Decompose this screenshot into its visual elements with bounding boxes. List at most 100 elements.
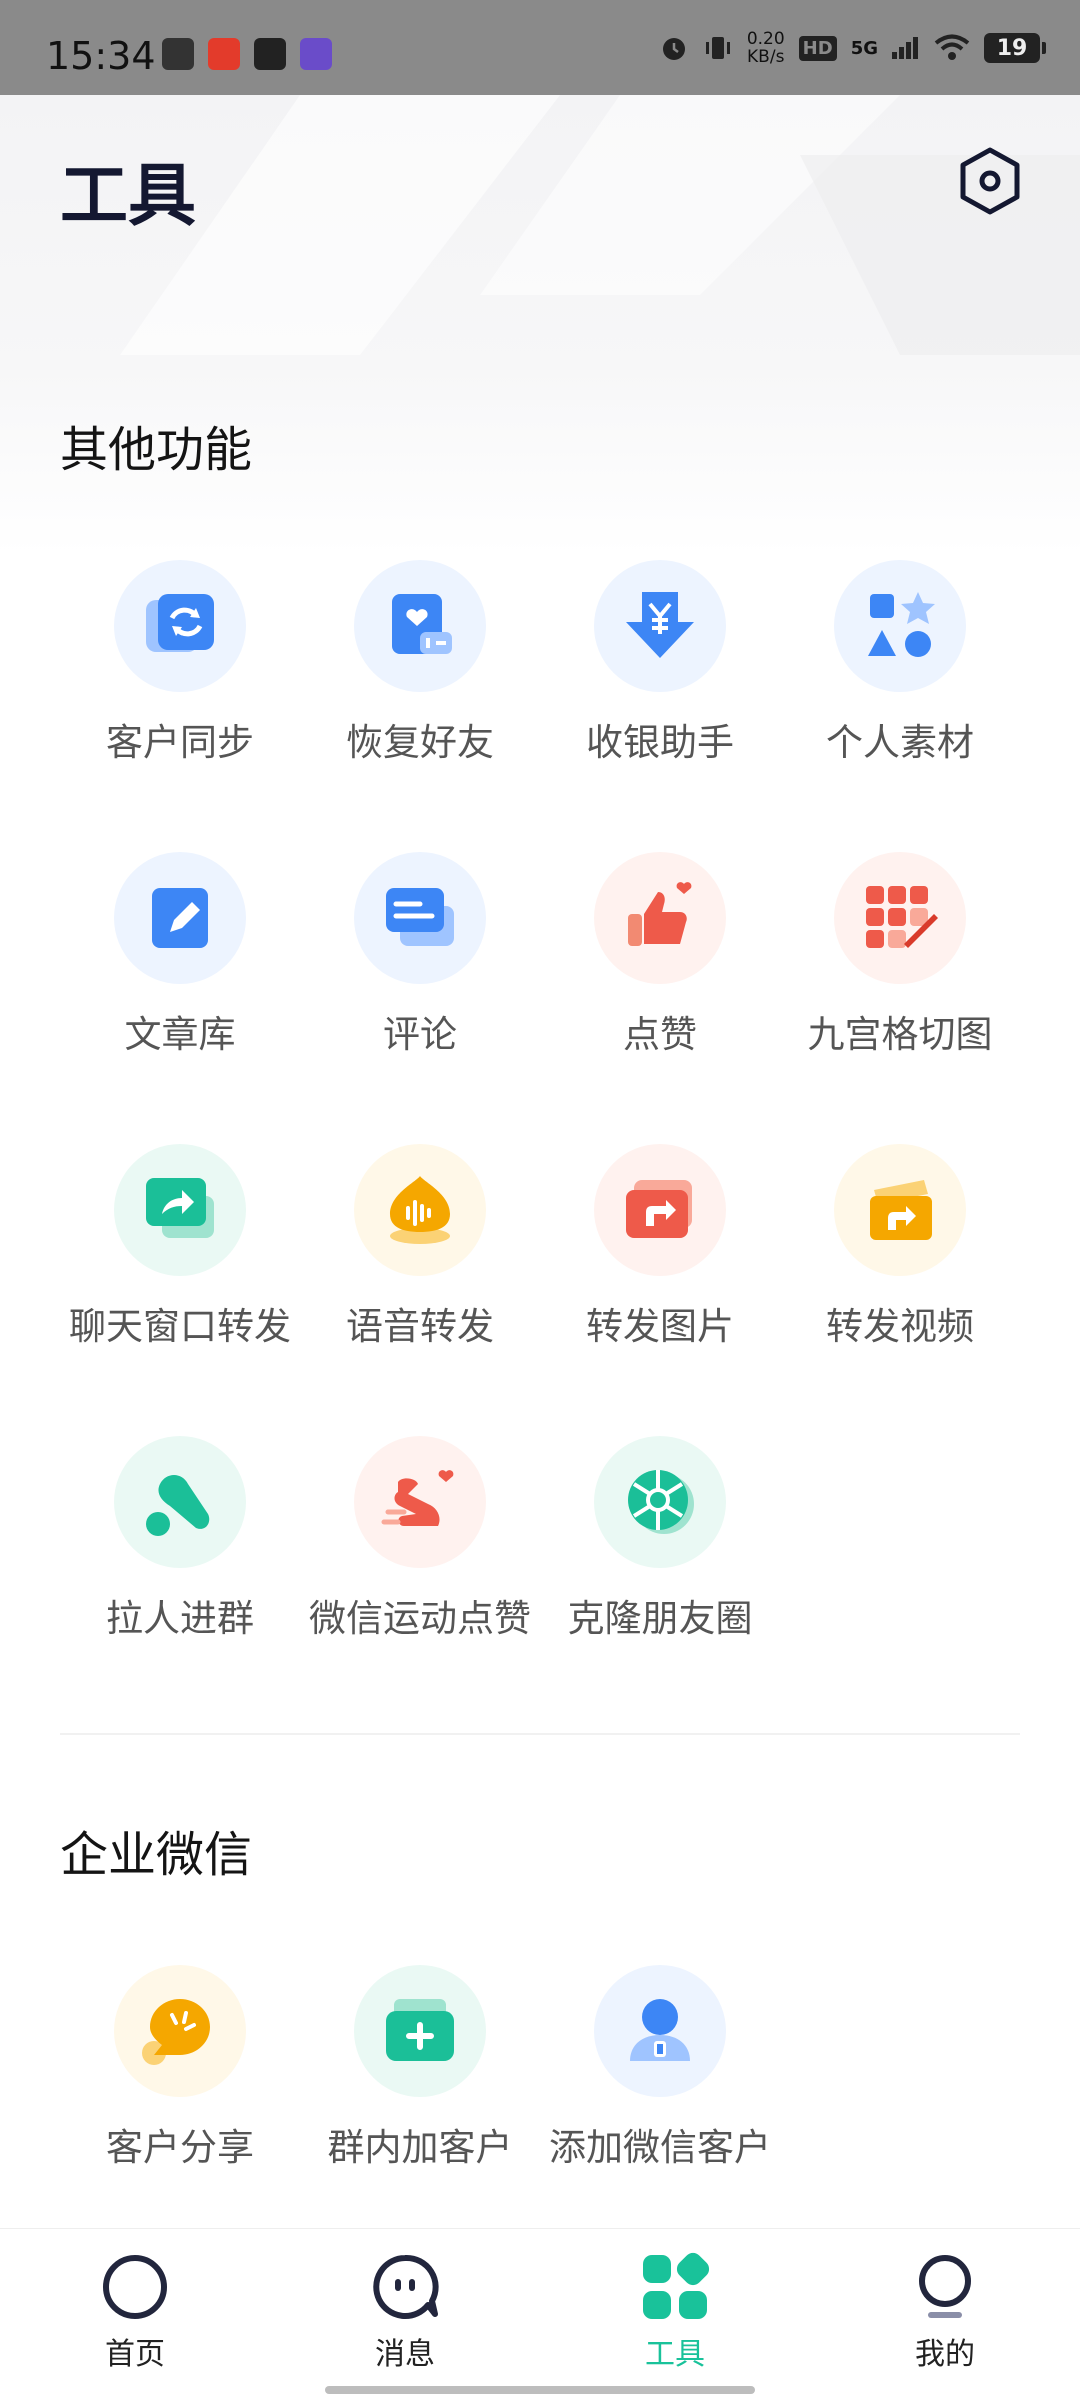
- tool-label: 客户分享: [106, 2126, 254, 2169]
- tool-video-forward[interactable]: 转发视频: [780, 1144, 1020, 1384]
- add-contact-icon: [630, 1999, 690, 2061]
- icon-container: [354, 1144, 486, 1276]
- tool-moments-clone[interactable]: 克隆朋友圈: [540, 1436, 780, 1676]
- tool-label: 客户同步: [106, 721, 254, 764]
- home-indicator[interactable]: [325, 2386, 755, 2394]
- tool-add-wechat-customer[interactable]: 添加微信客户: [540, 1965, 780, 2205]
- status-notification-icons: [162, 38, 332, 70]
- tool-customer-share[interactable]: 客户分享: [60, 1965, 300, 2205]
- shop-app-icon: [208, 38, 240, 70]
- tool-like[interactable]: 点赞: [540, 852, 780, 1092]
- share-icon: [142, 1999, 210, 2065]
- moments-clone-icon: [628, 1470, 694, 1534]
- grid-cut-icon: [866, 886, 938, 948]
- edit-doc-icon: [152, 888, 208, 948]
- tools-icon: [643, 2252, 710, 2319]
- tool-grid-cut[interactable]: 九宫格切图: [780, 852, 1020, 1092]
- icon-container: [114, 560, 246, 692]
- section-title-enterprise: 企业微信: [60, 1827, 253, 1883]
- tool-label: 个人素材: [826, 721, 974, 764]
- tool-group-add-customer[interactable]: 群内加客户: [300, 1965, 540, 2205]
- tool-sport-like[interactable]: 微信运动点赞: [300, 1436, 540, 1676]
- signal-bars-icon: [892, 37, 918, 59]
- hd-badge: HD: [798, 35, 837, 61]
- icon-container: [354, 852, 486, 984]
- tool-comment[interactable]: 评论: [300, 852, 540, 1092]
- infinity-app-icon: [254, 38, 286, 70]
- tool-label: 评论: [383, 1013, 457, 1056]
- status-bar: 15:34 0.20 KB/s HD 5G 19: [0, 0, 1080, 95]
- comment-icon: [386, 888, 454, 946]
- icon-container: [594, 1965, 726, 2097]
- tool-label: 语音转发: [346, 1305, 494, 1348]
- bottom-tab-bar: 首页 消息 工具 我的: [0, 2228, 1080, 2401]
- net-speed: 0.20 KB/s: [746, 29, 785, 67]
- hexagon-settings-icon[interactable]: [955, 146, 1025, 216]
- restore-friend-icon: [392, 594, 452, 654]
- tab-label: 工具: [645, 2337, 705, 2372]
- sticker-app-icon: [300, 38, 332, 70]
- tool-restore-friend[interactable]: 恢复好友: [300, 560, 540, 800]
- page-title: 工具: [60, 157, 197, 236]
- tool-group-invite[interactable]: 拉人进群: [60, 1436, 300, 1676]
- tab-label: 消息: [375, 2337, 435, 2372]
- icon-container: [354, 560, 486, 692]
- icon-container: [594, 560, 726, 692]
- tab-tools[interactable]: 工具: [595, 2251, 755, 2381]
- tab-home[interactable]: 首页: [55, 2251, 215, 2381]
- group-add-icon: [386, 1999, 454, 2061]
- tool-label: 收银助手: [586, 721, 734, 764]
- icon-container: [114, 1436, 246, 1568]
- icon-container: [354, 1436, 486, 1568]
- alarm-icon: [662, 38, 685, 60]
- shapes-icon: [868, 592, 935, 657]
- profile-icon: [919, 2255, 971, 2318]
- tool-label: 拉人进群: [106, 1597, 254, 1640]
- tool-cashier[interactable]: 收银助手: [540, 560, 780, 800]
- tool-label: 微信运动点赞: [309, 1597, 531, 1640]
- tool-article-library[interactable]: 文章库: [60, 852, 300, 1092]
- tool-label: 点赞: [623, 1013, 697, 1056]
- icon-container: [834, 852, 966, 984]
- tool-customer-sync[interactable]: 客户同步: [60, 560, 300, 800]
- status-time: 15:34: [46, 34, 156, 78]
- tool-label: 群内加客户: [327, 2126, 513, 2169]
- voice-forward-icon: [390, 1176, 450, 1244]
- tool-personal-material[interactable]: 个人素材: [780, 560, 1020, 800]
- tool-label: 克隆朋友圈: [567, 1597, 753, 1640]
- sport-like-icon: [381, 1470, 454, 1526]
- tool-label: 添加微信客户: [549, 2126, 771, 2169]
- wifi-icon: [934, 34, 970, 60]
- vibrate-icon: [705, 37, 730, 59]
- cashier-icon: [626, 592, 694, 658]
- tab-profile[interactable]: 我的: [865, 2251, 1025, 2381]
- section-divider: [60, 1733, 1020, 1735]
- sync-icon: [146, 594, 214, 652]
- signal-5g: 5G: [850, 37, 878, 59]
- icon-container: [594, 1436, 726, 1568]
- icon-container: [834, 1144, 966, 1276]
- tab-message[interactable]: 消息: [325, 2251, 485, 2381]
- tool-label: 恢复好友: [346, 721, 494, 764]
- tool-label: 转发视频: [826, 1305, 974, 1348]
- icon-container: [594, 1144, 726, 1276]
- tool-label: 文章库: [124, 1013, 236, 1056]
- chat-forward-icon: [146, 1178, 214, 1238]
- tool-label: 聊天窗口转发: [69, 1305, 291, 1348]
- icon-container: [834, 560, 966, 692]
- image-forward-icon: [626, 1180, 692, 1238]
- battery-indicator: 19: [984, 33, 1046, 63]
- tool-chat-forward[interactable]: 聊天窗口转发: [60, 1144, 300, 1384]
- icon-container: [114, 1965, 246, 2097]
- icon-container: [114, 852, 246, 984]
- tool-label: 九宫格切图: [807, 1013, 993, 1056]
- tool-image-forward[interactable]: 转发图片: [540, 1144, 780, 1384]
- section-title-other: 其他功能: [60, 422, 253, 478]
- group-invite-icon: [146, 1475, 210, 1536]
- tool-voice-forward[interactable]: 语音转发: [300, 1144, 540, 1384]
- tab-label: 首页: [105, 2337, 165, 2372]
- check-app-icon: [162, 38, 194, 70]
- icon-container: [354, 1965, 486, 2097]
- tool-label: 转发图片: [586, 1305, 734, 1348]
- home-icon: [103, 2255, 167, 2319]
